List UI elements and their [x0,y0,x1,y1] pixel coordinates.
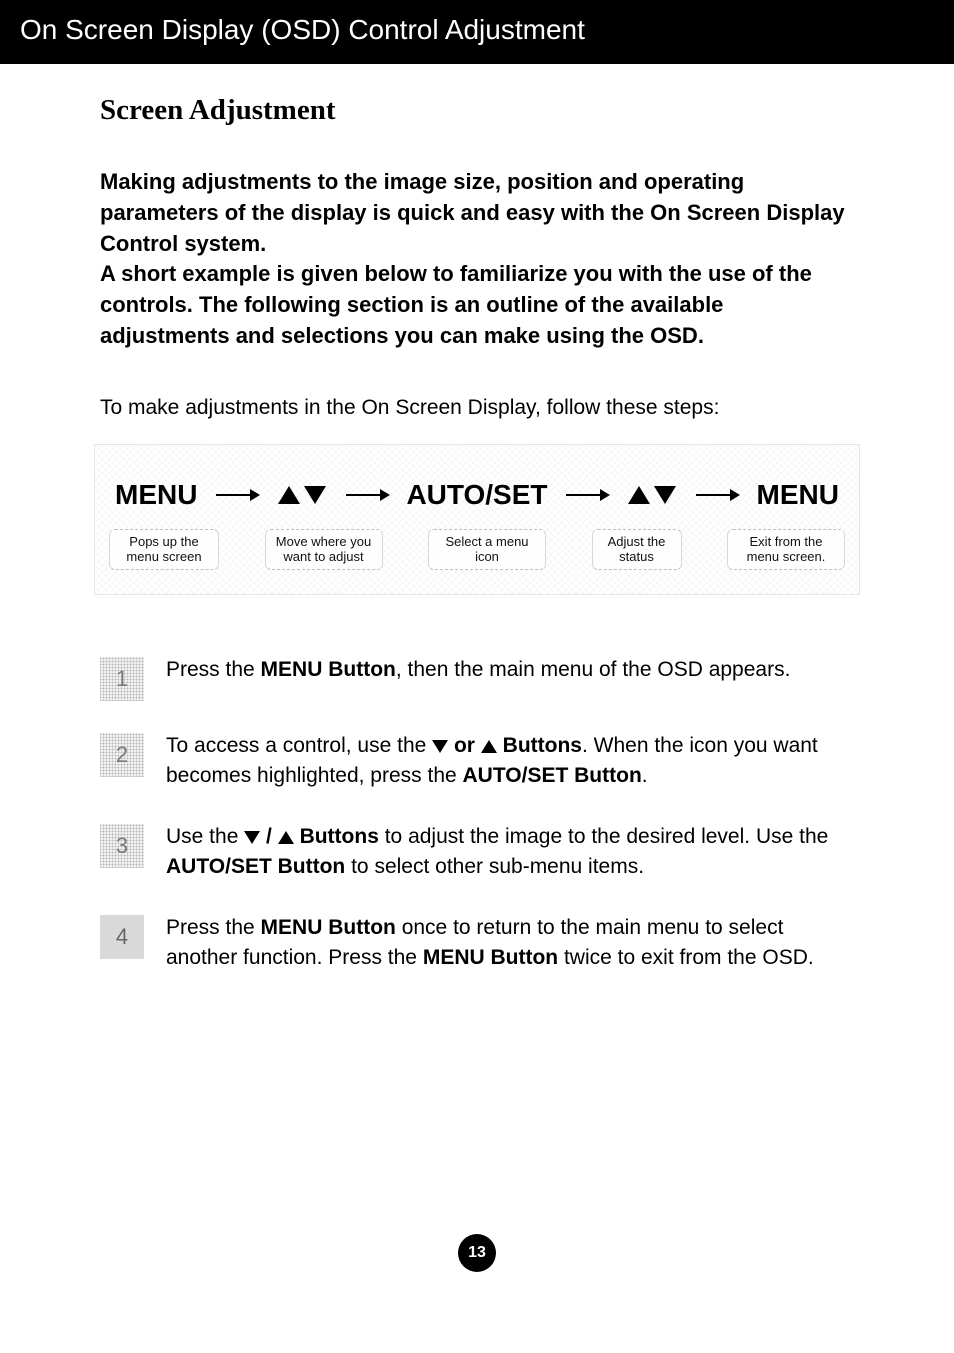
section-title: Screen Adjustment [100,94,854,127]
text: . [642,764,648,787]
text: Press the [166,916,261,939]
step-text: Press the MENU Button, then the main men… [166,655,854,685]
intro-paragraph: Making adjustments to the image size, po… [100,167,854,352]
bold-menu-button: MENU Button [261,658,396,681]
triangle-down-icon [432,740,448,753]
step-2: 2 To access a control, use the or Button… [100,731,854,792]
step-number-badge: 4 [100,915,144,959]
flow-label-menu-2: MENU [757,479,839,511]
page-header: On Screen Display (OSD) Control Adjustme… [0,0,954,64]
text: To access a control, use the [166,734,432,757]
bold-buttons: Buttons [294,825,379,848]
triangle-down-icon [244,831,260,844]
triangle-up-icon [278,486,300,504]
flow-label-menu-1: MENU [115,479,197,511]
step-number-badge: 1 [100,657,144,701]
bold-autoset-button: AUTO/SET Button [166,855,345,878]
arrow-icon [216,494,258,496]
bold-or: or [448,734,481,757]
text: to adjust the image to the desired level… [379,825,828,848]
triangle-down-icon [654,486,676,504]
flow-row: MENU AUTO/SET MENU [109,479,845,529]
up-down-icons [626,479,678,511]
text: to select other sub-menu items. [345,855,644,878]
text: twice to exit from the OSD. [558,946,814,969]
bold-menu-button: MENU Button [423,946,558,969]
bold-autoset-button: AUTO/SET Button [463,764,642,787]
flow-diagram: MENU AUTO/SET MENU Pops up the menu scre… [94,444,860,595]
flow-caption-1: Pops up the menu screen [109,529,219,570]
step-4: 4 Press the MENU Button once to return t… [100,913,854,974]
triangle-up-icon [481,740,497,753]
text: Press the [166,658,261,681]
flow-label-autoset: AUTO/SET [406,479,547,511]
triangle-up-icon [628,486,650,504]
step-3: 3 Use the / Buttons to adjust the image … [100,822,854,883]
lead-sentence: To make adjustments in the On Screen Dis… [100,396,854,420]
step-number-badge: 3 [100,824,144,868]
flow-caption-2: Move where you want to adjust [265,529,383,570]
step-number-badge: 2 [100,733,144,777]
arrow-icon [696,494,738,496]
text: Use the [166,825,244,848]
up-down-icons [276,479,328,511]
text: , then the main menu of the OSD appears. [396,658,791,681]
step-text: Press the MENU Button once to return to … [166,913,854,974]
step-text: To access a control, use the or Buttons.… [166,731,854,792]
page-number-badge: 13 [458,1234,496,1272]
bold-buttons: Buttons [497,734,582,757]
flow-caption-5: Exit from the menu screen. [727,529,845,570]
arrow-icon [566,494,608,496]
page-number-container: 13 [100,1234,854,1272]
step-1: 1 Press the MENU Button, then the main m… [100,655,854,701]
flow-captions: Pops up the menu screen Move where you w… [109,529,845,570]
triangle-up-icon [278,831,294,844]
triangle-down-icon [304,486,326,504]
bold-slash: / [260,825,278,848]
bold-menu-button: MENU Button [261,916,396,939]
flow-caption-4: Adjust the status [592,529,682,570]
steps-list: 1 Press the MENU Button, then the main m… [100,655,854,974]
flow-caption-3: Select a menu icon [428,529,546,570]
page-content: Screen Adjustment Making adjustments to … [0,64,954,1352]
step-text: Use the / Buttons to adjust the image to… [166,822,854,883]
arrow-icon [346,494,388,496]
